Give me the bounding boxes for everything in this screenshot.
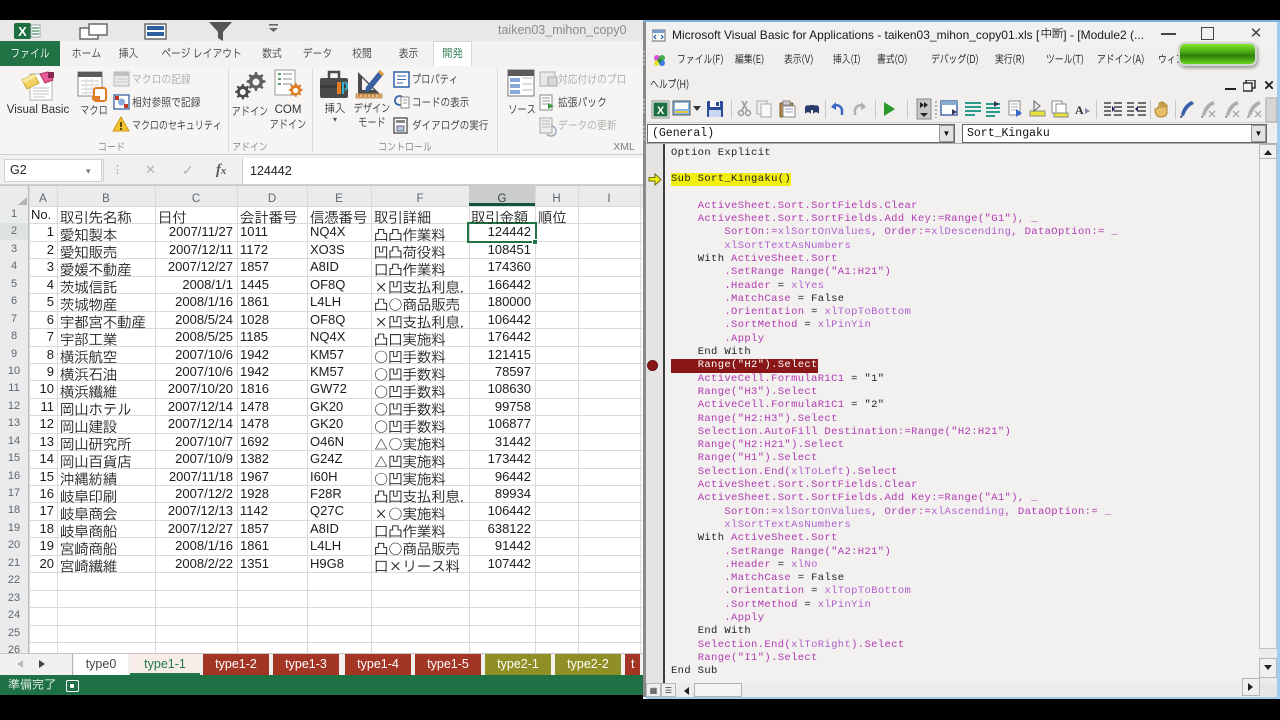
svg-text:X: X bbox=[657, 105, 665, 117]
svg-text:X: X bbox=[18, 24, 27, 39]
svg-text:A: A bbox=[1075, 103, 1084, 117]
